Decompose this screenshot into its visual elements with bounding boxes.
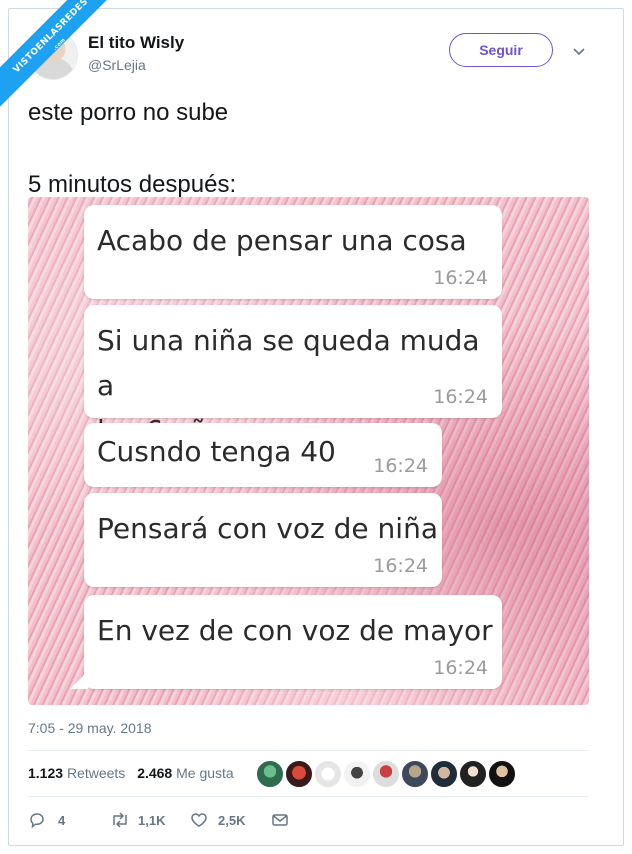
- chat-time: 16:24: [373, 455, 428, 477]
- retweet-count: 1,1K: [138, 813, 166, 828]
- tweet-line-1: este porro no sube: [28, 99, 229, 126]
- likes-label: Me gusta: [176, 765, 234, 781]
- chat-message: Cusndo tenga 40: [97, 435, 336, 468]
- chevron-down-icon[interactable]: [572, 44, 586, 58]
- chat-bubble: Acabo de pensar una cosa 16:24: [84, 205, 502, 299]
- tweet-photo[interactable]: Acabo de pensar una cosa 16:24 Si una ni…: [28, 197, 589, 705]
- avatar[interactable]: [285, 760, 313, 788]
- retweet-icon: [113, 812, 127, 828]
- envelope-icon: [272, 814, 288, 826]
- likes-stat[interactable]: 2.468 Me gusta: [137, 765, 234, 781]
- chat-message: En vez de con voz de mayor: [97, 614, 493, 647]
- chat-time: 16:24: [373, 555, 428, 577]
- avatar[interactable]: [256, 760, 284, 788]
- chat-message: Pensará con voz de niña: [97, 512, 438, 545]
- chat-time: 16:24: [433, 386, 488, 408]
- reply-icon: [30, 813, 44, 829]
- tweet-text: este porro no sube 5 minutos después:: [28, 95, 236, 203]
- author-handle[interactable]: @SrLejia: [88, 57, 146, 73]
- like-count: 2,5K: [218, 813, 246, 828]
- avatar[interactable]: [401, 760, 429, 788]
- retweets-label: Retweets: [66, 765, 126, 781]
- tweet-stats: 1.123 Retweets 2.468 Me gusta: [28, 765, 234, 781]
- chat-bubble: Pensará con voz de niña 16:24: [84, 493, 442, 587]
- divider: [28, 750, 588, 751]
- chat-bubble: Cusndo tenga 40 16:24: [84, 423, 442, 487]
- avatar[interactable]: [430, 760, 458, 788]
- divider: [28, 796, 588, 797]
- chat-time: 16:24: [433, 267, 488, 289]
- retweets-count: 1.123: [28, 765, 64, 781]
- avatar[interactable]: [488, 760, 516, 788]
- tweet-timestamp[interactable]: 7:05 - 29 may. 2018: [28, 720, 151, 736]
- follow-button[interactable]: Seguir: [449, 33, 553, 67]
- chat-bubble: Si una niña se queda muda a los 6 años 1…: [84, 305, 502, 447]
- avatar[interactable]: [459, 760, 487, 788]
- avatar[interactable]: [343, 760, 371, 788]
- chat-message: Acabo de pensar una cosa: [97, 224, 467, 257]
- chat-bubble: En vez de con voz de mayor 16:24: [70, 595, 502, 689]
- heart-icon: [191, 813, 207, 828]
- author-name[interactable]: El tito Wisly: [88, 33, 184, 53]
- likes-count: 2.468: [137, 765, 173, 781]
- avatar[interactable]: [314, 760, 342, 788]
- chat-bubble-tail: [70, 671, 88, 689]
- chat-time: 16:24: [433, 657, 488, 679]
- retweets-stat[interactable]: 1.123 Retweets: [28, 765, 125, 781]
- reply-count: 4: [58, 813, 66, 828]
- chat-message-line: Si una niña se queda muda a: [97, 324, 480, 402]
- avatar[interactable]: [372, 760, 400, 788]
